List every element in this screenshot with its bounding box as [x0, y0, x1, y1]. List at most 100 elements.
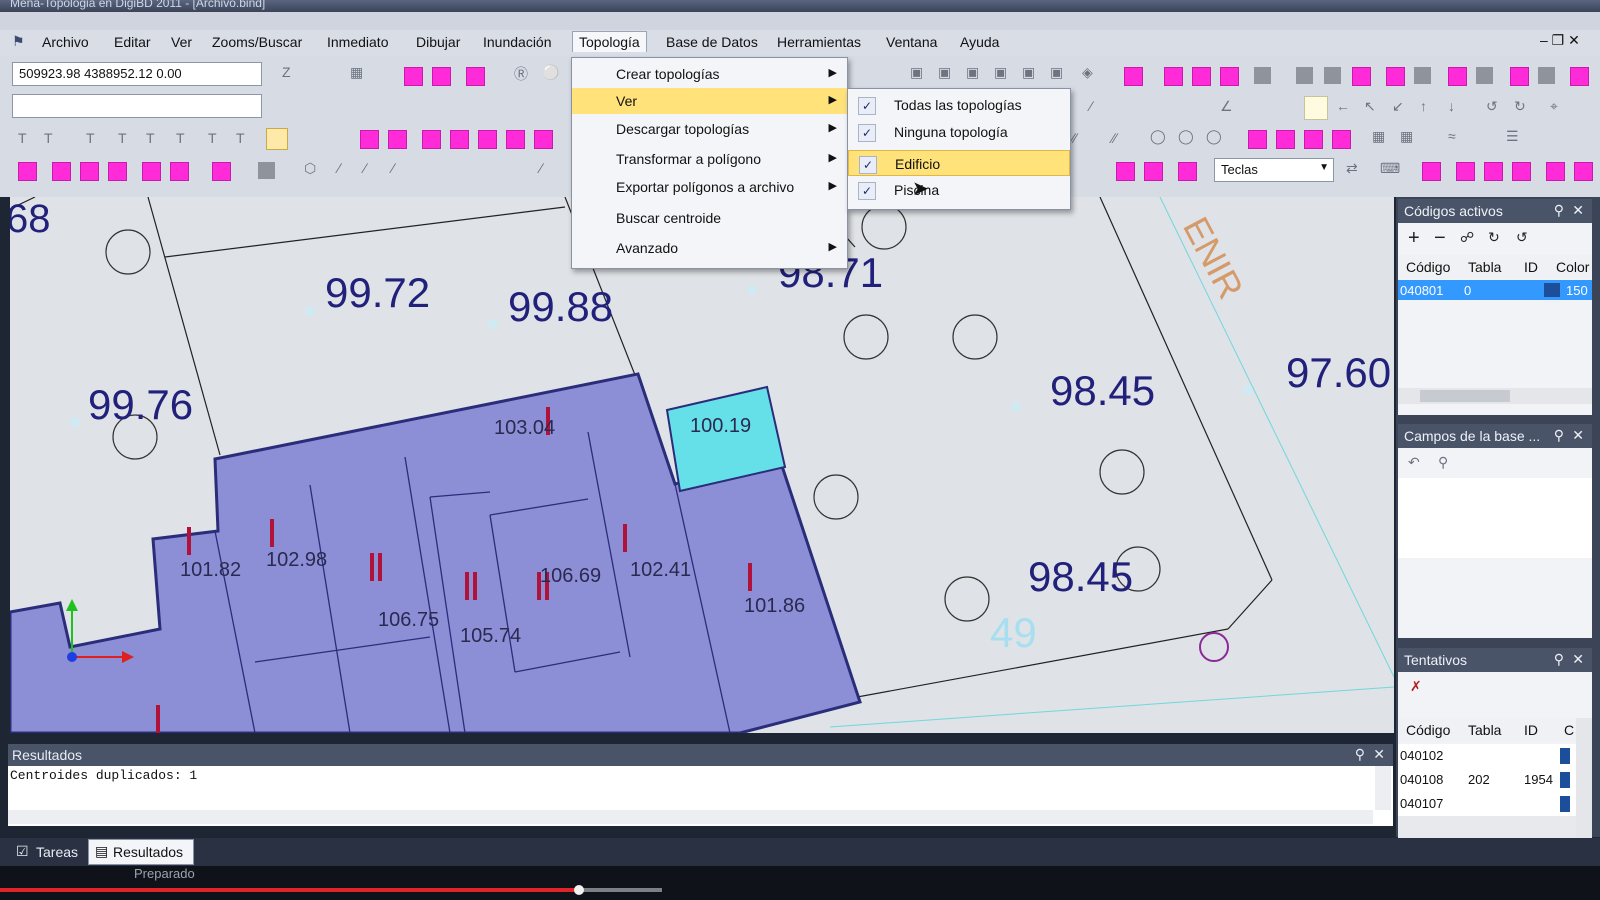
- menu-item-ver[interactable]: Ver ▶: [572, 88, 847, 114]
- color-swatch[interactable]: [1304, 96, 1328, 120]
- table-row[interactable]: 040108 202 1954: [1398, 768, 1576, 792]
- map-canvas[interactable]: 68 99.72 99.88 98.71 97.60 99.76 98.45 9…: [10, 197, 1394, 733]
- diamond-icon[interactable]: ◈: [1082, 64, 1093, 81]
- video-progress[interactable]: [0, 888, 580, 892]
- tool-icon[interactable]: [258, 162, 275, 179]
- tool-icon[interactable]: [1324, 67, 1341, 84]
- tool-icon[interactable]: [1422, 162, 1441, 181]
- tool-icon[interactable]: [212, 162, 231, 181]
- tool-icon[interactable]: [142, 162, 161, 181]
- vertical-scrollbar[interactable]: [1375, 766, 1391, 810]
- pin-icon[interactable]: ⚲: [1355, 746, 1365, 763]
- tool-icon[interactable]: [1574, 162, 1593, 181]
- tool-icon[interactable]: [1456, 162, 1475, 181]
- submenu-item-edificio[interactable]: ✓ Edificio: [848, 150, 1070, 176]
- menu-item-descargar-topologias[interactable]: Descargar topologías ▶: [572, 116, 847, 142]
- tool-icon[interactable]: [18, 162, 37, 181]
- menu-item-exportar-poligonos[interactable]: Exportar polígonos a archivo ▶: [572, 174, 847, 200]
- grid-icon[interactable]: ▦: [1400, 128, 1413, 145]
- tool-icon[interactable]: [1414, 67, 1431, 84]
- menu-archivo[interactable]: Archivo: [42, 34, 89, 50]
- close-icon[interactable]: ✕: [1572, 651, 1584, 668]
- tool-icon[interactable]: [534, 130, 553, 149]
- text-tool-icon[interactable]: T: [118, 130, 127, 146]
- line-tool-icon[interactable]: ∕: [1090, 98, 1092, 114]
- text-tool-icon[interactable]: T: [176, 130, 185, 146]
- horizontal-scrollbar[interactable]: [8, 810, 1373, 824]
- menu-dibujar[interactable]: Dibujar: [416, 34, 460, 50]
- cube-icon[interactable]: ▣: [966, 64, 979, 81]
- tab-tareas[interactable]: ☑ Tareas: [10, 841, 80, 863]
- tool-icon[interactable]: [1116, 162, 1135, 181]
- tool-icon[interactable]: [478, 130, 497, 149]
- color-icon[interactable]: [1124, 67, 1143, 86]
- circle-tool-icon[interactable]: ◯: [1150, 128, 1166, 145]
- tool-icon[interactable]: [1248, 130, 1267, 149]
- tool-icon[interactable]: [108, 162, 127, 181]
- arrow-icon[interactable]: ↙: [1392, 98, 1404, 115]
- tool-icon[interactable]: [170, 162, 189, 181]
- teclas-select[interactable]: Teclas ▼: [1214, 158, 1334, 182]
- grid-icon[interactable]: ▦: [1372, 128, 1385, 145]
- arrow-left-icon[interactable]: ←: [1336, 98, 1350, 114]
- z-icon[interactable]: Z: [282, 64, 291, 80]
- text-tool-icon[interactable]: T: [18, 130, 27, 146]
- table-row[interactable]: 040107: [1398, 792, 1576, 816]
- line-tool-icon[interactable]: ∕: [364, 160, 366, 176]
- menu-item-buscar-centroide[interactable]: Buscar centroide: [572, 205, 847, 231]
- line-tool-icon[interactable]: ∕: [540, 160, 542, 176]
- arrow-icon[interactable]: ↖: [1364, 98, 1376, 115]
- submenu-item-ninguna[interactable]: ✓ Ninguna topología: [848, 119, 1070, 145]
- polyline-icon[interactable]: ≈: [1448, 128, 1456, 144]
- tool-icon[interactable]: [80, 162, 99, 181]
- tool-icon[interactable]: [450, 130, 469, 149]
- menu-ventana[interactable]: Ventana: [886, 34, 937, 50]
- add-icon[interactable]: +: [1408, 227, 1420, 250]
- tool-icon[interactable]: [1512, 162, 1531, 181]
- close-icon[interactable]: ✕: [1572, 202, 1584, 219]
- submenu-item-piscina[interactable]: ✓ Piscina: [848, 177, 1070, 203]
- circle-tool-icon[interactable]: ◯: [1178, 128, 1194, 145]
- rotate-icon[interactable]: ↻: [1514, 98, 1526, 115]
- tool-icon[interactable]: [1164, 67, 1183, 86]
- horizontal-scrollbar[interactable]: [1398, 388, 1592, 404]
- text-tool-icon[interactable]: T: [86, 130, 95, 146]
- globe-icon[interactable]: ⚪: [542, 64, 559, 81]
- keyboard-icon[interactable]: ⌨: [1380, 160, 1400, 177]
- tool-icon[interactable]: [1448, 67, 1467, 86]
- table-row[interactable]: 040102: [1398, 744, 1576, 768]
- menu-topologia[interactable]: Topología: [572, 31, 647, 52]
- tool-icon[interactable]: [1510, 67, 1529, 86]
- cube-icon[interactable]: ▣: [910, 64, 923, 81]
- menu-ayuda[interactable]: Ayuda: [960, 34, 999, 50]
- menu-item-crear-topologias[interactable]: Crear topologías ▶: [572, 61, 847, 87]
- tool-icon[interactable]: [506, 130, 525, 149]
- clear-icon[interactable]: ✗: [1410, 678, 1422, 695]
- tool-icon[interactable]: [422, 130, 441, 149]
- tool-icon[interactable]: [1304, 130, 1323, 149]
- tool-icon[interactable]: [1296, 67, 1313, 84]
- close-icon[interactable]: ✕: [1373, 746, 1385, 763]
- tool-icon[interactable]: [466, 67, 485, 86]
- r-icon[interactable]: Ⓡ: [514, 64, 528, 84]
- menu-base-datos[interactable]: Base de Datos: [666, 34, 758, 50]
- hatch-icon[interactable]: ∕∕: [1072, 130, 1077, 146]
- menu-item-avanzado[interactable]: Avanzado ▶: [572, 235, 847, 261]
- menu-inmediato[interactable]: Inmediato: [327, 34, 388, 50]
- text-tool-icon[interactable]: T: [208, 130, 217, 146]
- tool-icon[interactable]: [360, 130, 379, 149]
- cube-icon[interactable]: ▣: [994, 64, 1007, 81]
- pin-icon[interactable]: ⚲: [1554, 202, 1564, 219]
- refresh-icon[interactable]: ↻: [1488, 229, 1500, 246]
- tool-icon[interactable]: [1546, 162, 1565, 181]
- window-controls[interactable]: – ❐ ✕: [1540, 32, 1580, 49]
- menu-ver[interactable]: Ver: [171, 34, 192, 50]
- polygon-icon[interactable]: ⬡: [304, 160, 316, 177]
- line-tool-icon[interactable]: ∕: [338, 160, 340, 176]
- tab-resultados[interactable]: ▤ Resultados: [88, 839, 194, 865]
- scroll-thumb[interactable]: [1420, 390, 1510, 402]
- line-tool-icon[interactable]: ∕: [392, 160, 394, 176]
- tool-icon[interactable]: [1220, 67, 1239, 86]
- tool-icon[interactable]: [1484, 162, 1503, 181]
- search-icon[interactable]: ⚲: [1438, 454, 1448, 471]
